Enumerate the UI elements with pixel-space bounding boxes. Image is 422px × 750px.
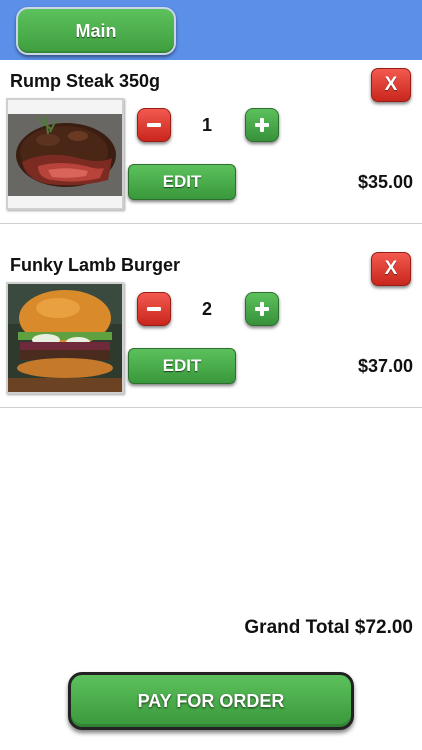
pay-for-order-button[interactable]: PAY FOR ORDER bbox=[68, 672, 354, 730]
steak-photo bbox=[6, 98, 124, 210]
item-price: $35.00 bbox=[357, 172, 413, 192]
minus-icon bbox=[147, 123, 161, 127]
plus-icon bbox=[255, 302, 269, 316]
item-title: Funky Lamb Burger bbox=[10, 255, 181, 275]
main-menu-button[interactable]: Main bbox=[16, 7, 176, 55]
cart-item: Rump Steak 350g X 1 EDIT $35.00 bbox=[0, 60, 422, 224]
edit-item-button[interactable]: EDIT bbox=[128, 348, 236, 384]
quantity-value: 2 bbox=[201, 299, 212, 319]
remove-item-button[interactable]: X bbox=[371, 252, 411, 286]
burger-image bbox=[8, 284, 122, 392]
grand-total: Grand Total $72.00 bbox=[244, 617, 413, 638]
cart-item: Funky Lamb Burger X 2 EDIT $37.00 bbox=[0, 244, 422, 408]
burger-photo bbox=[6, 282, 124, 394]
item-price: $37.00 bbox=[357, 356, 413, 376]
increase-quantity-button[interactable] bbox=[245, 108, 279, 142]
header-bar: Main bbox=[0, 0, 422, 60]
edit-item-button[interactable]: EDIT bbox=[128, 164, 236, 200]
decrease-quantity-button[interactable] bbox=[137, 108, 171, 142]
increase-quantity-button[interactable] bbox=[245, 292, 279, 326]
quantity-value: 1 bbox=[201, 115, 212, 135]
plus-icon bbox=[255, 118, 269, 132]
minus-icon bbox=[147, 307, 161, 311]
steak-image bbox=[8, 100, 122, 208]
remove-item-button[interactable]: X bbox=[371, 68, 411, 102]
decrease-quantity-button[interactable] bbox=[137, 292, 171, 326]
item-title: Rump Steak 350g bbox=[10, 71, 161, 91]
